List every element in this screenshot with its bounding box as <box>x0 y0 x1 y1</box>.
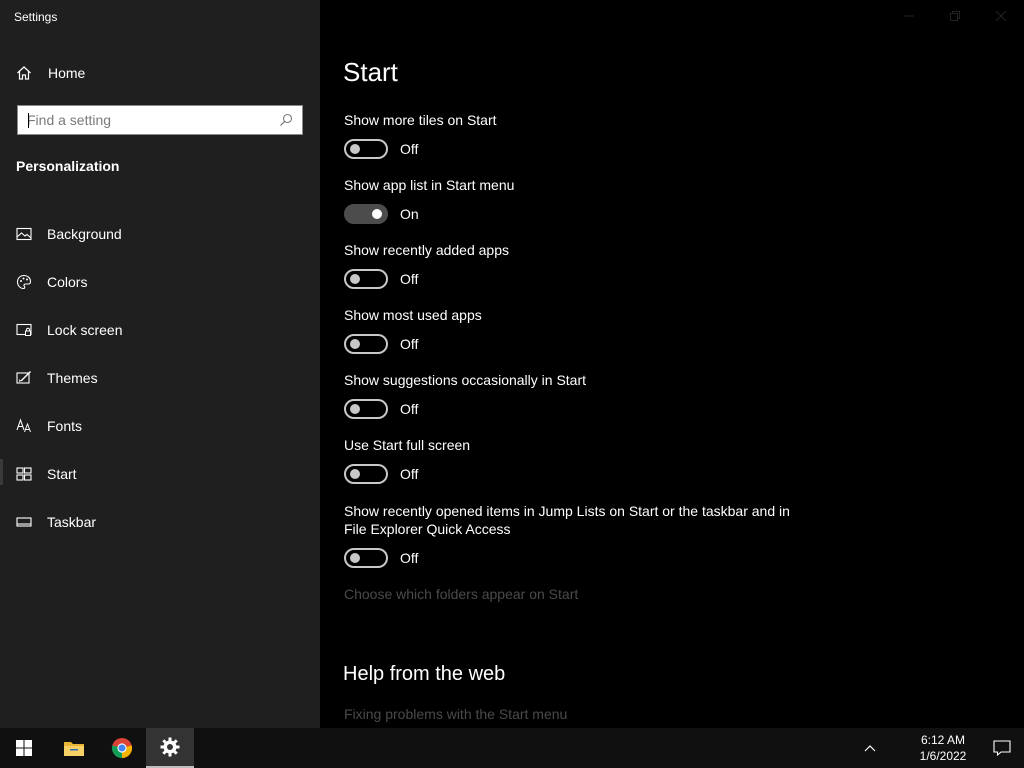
sidebar-item-themes[interactable]: Themes <box>0 354 320 402</box>
setting-full-screen: Use Start full screen Off <box>344 436 804 484</box>
lock-screen-icon <box>16 323 32 336</box>
help-title: Help from the web <box>343 663 506 685</box>
restore-icon <box>950 11 960 21</box>
setting-label: Show most used apps <box>344 307 482 323</box>
home-label: Home <box>48 65 86 81</box>
suggestions-toggle[interactable] <box>344 399 388 419</box>
sidebar-item-colors[interactable]: Colors <box>0 258 320 306</box>
sidebar-item-label: Background <box>47 226 122 242</box>
section-title: Personalization <box>16 158 120 174</box>
home-nav-item[interactable]: Home <box>16 62 85 84</box>
themes-icon <box>16 371 31 384</box>
sidebar-item-start[interactable]: Start <box>0 450 320 498</box>
toggle-state: Off <box>400 336 419 352</box>
setting-label: Show suggestions occasionally in Start <box>344 372 587 388</box>
start-button[interactable] <box>0 728 48 768</box>
toggle-knob <box>350 339 360 349</box>
more-tiles-toggle[interactable] <box>344 139 388 159</box>
toggle-state: Off <box>400 141 419 157</box>
chrome-icon <box>111 738 133 759</box>
toggle-state: Off <box>400 401 419 417</box>
palette-icon <box>16 274 32 290</box>
text-caret <box>28 113 29 128</box>
clock-time: 6:12 AM <box>920 733 966 747</box>
sidebar-item-label: Lock screen <box>47 322 123 338</box>
toggle-state: Off <box>400 550 419 566</box>
taskbar-icon <box>16 517 32 527</box>
sidebar-item-lock-screen[interactable]: Lock screen <box>0 306 320 354</box>
toggle-knob <box>350 144 360 154</box>
setting-label: Show recently added apps <box>344 242 509 258</box>
action-center-button[interactable] <box>980 728 1024 768</box>
setting-most-used: Show most used apps Off <box>344 306 804 354</box>
search-box[interactable] <box>17 105 303 135</box>
minimize-icon <box>904 15 914 17</box>
sidebar-item-label: Colors <box>47 274 88 290</box>
search-icon[interactable] <box>274 113 298 127</box>
tray-gap <box>882 728 906 768</box>
help-link[interactable]: Fixing problems with the Start menu <box>344 706 567 722</box>
main-content: Start Show more tiles on Start Off Show … <box>320 0 1024 728</box>
sidebar: Settings Home Personalization Background <box>0 0 320 728</box>
search-input[interactable] <box>18 106 274 134</box>
windows-logo-icon <box>16 740 32 756</box>
most-used-toggle[interactable] <box>344 334 388 354</box>
settings-taskbar-button[interactable] <box>146 728 194 768</box>
close-icon <box>996 11 1006 21</box>
jump-lists-toggle[interactable] <box>344 548 388 568</box>
sidebar-nav: Background Colors Lock screen Themes Fon… <box>0 210 320 546</box>
file-explorer-button[interactable] <box>50 728 98 768</box>
start-icon <box>16 467 32 481</box>
setting-label: Use Start full screen <box>344 437 471 453</box>
fonts-icon <box>16 418 31 433</box>
setting-more-tiles: Show more tiles on Start Off <box>344 111 804 159</box>
window-controls <box>886 0 1024 32</box>
picture-icon <box>16 227 32 241</box>
setting-suggestions: Show suggestions occasionally in Start O… <box>344 371 804 419</box>
choose-folders-link[interactable]: Choose which folders appear on Start <box>344 586 578 602</box>
clock[interactable]: 6:12 AM 1/6/2022 <box>912 732 974 764</box>
app-list-toggle[interactable] <box>344 204 388 224</box>
toggle-state: On <box>400 206 419 222</box>
setting-app-list: Show app list in Start menu On <box>344 176 804 224</box>
toggle-knob <box>350 404 360 414</box>
setting-recently-added: Show recently added apps Off <box>344 241 804 289</box>
notification-icon <box>993 740 1011 756</box>
sidebar-item-label: Start <box>47 466 77 482</box>
setting-label: Show recently opened items in Jump Lists… <box>344 503 790 537</box>
setting-jump-lists: Show recently opened items in Jump Lists… <box>344 502 794 568</box>
app-title: Settings <box>14 10 58 24</box>
sidebar-item-label: Taskbar <box>47 514 97 530</box>
chevron-up-icon <box>864 745 876 752</box>
toggle-knob <box>350 274 360 284</box>
folder-icon <box>64 742 84 756</box>
show-hidden-icons-button[interactable] <box>858 728 882 768</box>
sidebar-item-label: Fonts <box>47 418 83 434</box>
minimize-button[interactable] <box>886 0 932 32</box>
sidebar-item-background[interactable]: Background <box>0 210 320 258</box>
toggle-state: Off <box>400 466 419 482</box>
toggle-knob <box>372 209 382 219</box>
recently-added-toggle[interactable] <box>344 269 388 289</box>
clock-date: 1/6/2022 <box>919 749 967 763</box>
full-screen-toggle[interactable] <box>344 464 388 484</box>
taskbar: 6:12 AM 1/6/2022 <box>0 728 1024 768</box>
setting-label: Show more tiles on Start <box>344 112 497 128</box>
toggle-knob <box>350 553 360 563</box>
sidebar-item-label: Themes <box>47 370 98 386</box>
restore-button[interactable] <box>932 0 978 32</box>
gear-icon <box>160 737 180 757</box>
sidebar-item-taskbar[interactable]: Taskbar <box>0 498 320 546</box>
close-button[interactable] <box>978 0 1024 32</box>
setting-label: Show app list in Start menu <box>344 177 515 193</box>
system-tray: 6:12 AM 1/6/2022 <box>858 728 1024 768</box>
toggle-state: Off <box>400 271 419 287</box>
sidebar-item-fonts[interactable]: Fonts <box>0 402 320 450</box>
home-icon <box>17 66 31 80</box>
chrome-button[interactable] <box>98 728 146 768</box>
page-title: Start <box>343 57 398 87</box>
toggle-knob <box>350 469 360 479</box>
